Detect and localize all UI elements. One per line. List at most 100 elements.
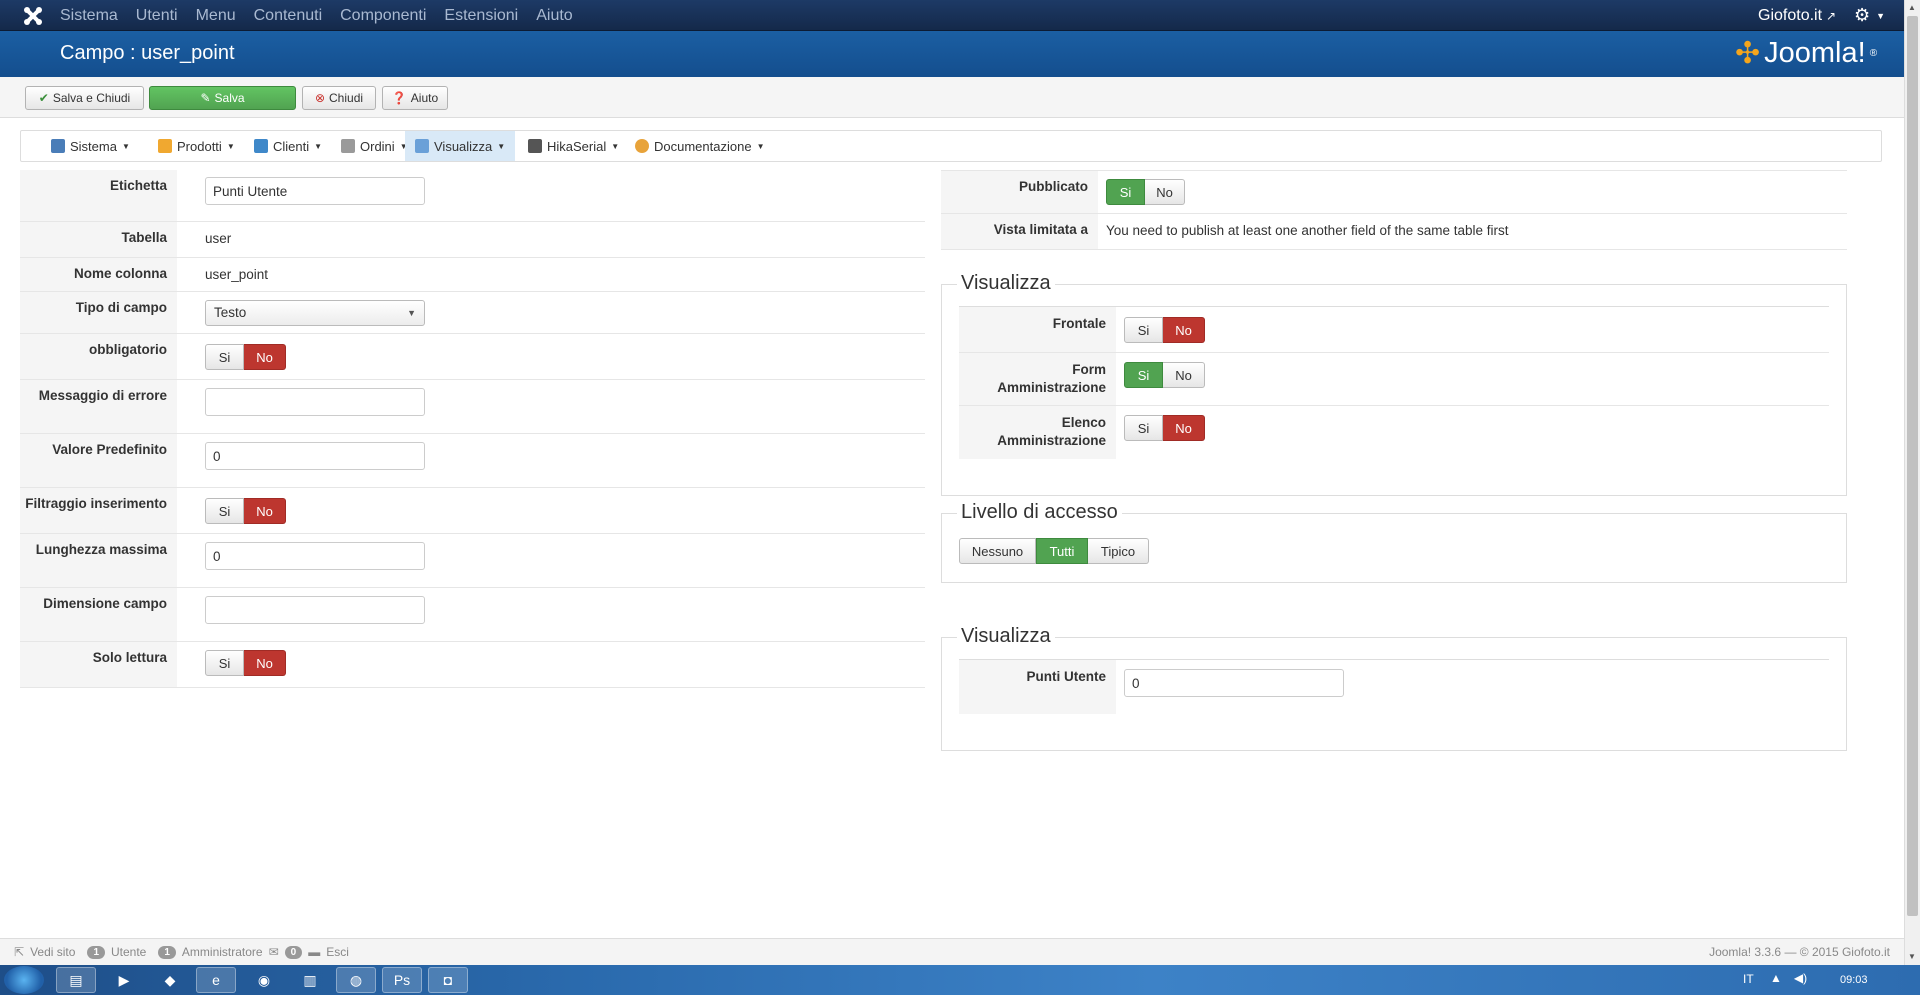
form-amministrazione-yes-button[interactable]: Si [1124,362,1163,388]
network-icon[interactable]: ◉ [244,967,284,993]
start-button[interactable] [4,966,44,994]
scroll-up-icon[interactable]: ▲ [1908,3,1916,12]
title-bar: Campo : user_point ✣ Joomla! ® [0,31,1904,77]
form-amministrazione-no-button[interactable]: No [1163,362,1205,388]
scroll-down-icon[interactable]: ▼ [1908,952,1916,961]
tools-icon [51,139,65,153]
elenco-amministrazione-yes-button[interactable]: Si [1124,415,1163,441]
save-button[interactable]: ✎ Salva [149,86,296,110]
joomla-logo-text: Joomla! [1764,36,1866,69]
joomla-logo-icon: ✣ [1735,36,1761,70]
punti-utente-input[interactable] [1124,669,1344,697]
solo-lettura-no-button[interactable]: No [244,650,286,676]
top-menu-contenuti[interactable]: Contenuti [254,7,323,25]
pubblicato-no-button[interactable]: No [1145,179,1185,205]
label-messaggio-errore: Messaggio di errore [20,380,177,433]
valore-predefinito-input[interactable] [205,442,425,470]
serial-icon [528,139,542,153]
etichetta-input[interactable] [205,177,425,205]
submenu-visualizza[interactable]: Visualizza ▼ [405,131,516,161]
save-close-label: Salva e Chiudi [52,91,131,105]
site-link[interactable]: Giofoto.it ↗ [1758,7,1836,25]
row-vista-limitata: Vista limitata a You need to publish at … [941,214,1847,250]
obbligatorio-yes-button[interactable]: Si [205,344,244,370]
help-button[interactable]: ❓ Aiuto [382,86,448,110]
obbligatorio-no-button[interactable]: No [244,344,286,370]
clock[interactable]: 09:03 [1840,974,1868,986]
label-frontale: Frontale [959,307,1116,352]
view-site-icon: ⇱ [14,945,25,959]
scrollbar-thumb[interactable] [1907,16,1918,916]
app-icon[interactable]: ◆ [150,967,190,993]
top-menu-estensioni[interactable]: Estensioni [444,7,518,25]
top-menu-utenti[interactable]: Utenti [136,7,178,25]
frontale-yes-button[interactable]: Si [1124,317,1163,343]
message-count-badge[interactable]: 0 [284,945,303,959]
submenu-hikaserial[interactable]: HikaSerial ▼ [518,131,629,161]
submenu-prodotti[interactable]: Prodotti ▼ [148,131,245,161]
top-menu-aiuto[interactable]: Aiuto [536,7,572,25]
page-scrollbar[interactable]: ▲ ▼ [1904,0,1920,965]
chrome-icon[interactable]: ◍ [336,967,376,993]
caret-icon: ▼ [497,141,506,151]
explorer-icon[interactable]: ▤ [56,967,96,993]
files-icon[interactable]: ▥ [290,967,330,993]
row-tipo-campo: Tipo di campo Testo ▼ [20,292,925,334]
internet-explorer-icon[interactable]: e [196,967,236,993]
language-indicator[interactable]: IT [1743,972,1754,986]
accesso-tipico-button[interactable]: Tipico [1088,538,1149,564]
legend-visualizza-valore: Visualizza [957,625,1055,648]
submenu-sistema[interactable]: Sistema ▼ [41,131,140,161]
label-form-amministrazione: Form Amministrazione [959,353,1116,405]
camera-icon[interactable]: ◘ [428,967,468,993]
accesso-nessuno-button[interactable]: Nessuno [959,538,1036,564]
logout-icon: ▬ [308,945,321,959]
user-settings-menu[interactable]: ⚙ ▼ [1854,5,1885,26]
save-label: Salva [214,91,245,105]
solo-lettura-toggle: Si No [205,650,286,676]
label-pubblicato: Pubblicato [941,171,1098,213]
close-button[interactable]: ⊗ Chiudi [302,86,376,110]
pubblicato-yes-button[interactable]: Si [1106,179,1145,205]
filtraggio-yes-button[interactable]: Si [205,498,244,524]
version-info: Joomla! 3.3.6 — © 2015 Giofoto.it [1709,945,1890,959]
top-menu-sistema[interactable]: Sistema [60,7,118,25]
legend-livello-accesso: Livello di accesso [957,501,1122,524]
row-messaggio-errore: Messaggio di errore [20,380,925,434]
tray-expand-icon[interactable]: ▲ [1770,971,1782,985]
frontale-toggle: Si No [1124,317,1205,343]
logout-link[interactable]: Esci [326,945,349,959]
row-lunghezza-massima: Lunghezza massima [20,534,925,588]
check-icon: ✔ [38,91,49,105]
solo-lettura-yes-button[interactable]: Si [205,650,244,676]
obbligatorio-toggle: Si No [205,344,286,370]
row-obbligatorio: obbligatorio Si No [20,334,925,380]
row-dimensione-campo: Dimensione campo [20,588,925,642]
row-pubblicato: Pubblicato Si No [941,170,1847,214]
elenco-amministrazione-no-button[interactable]: No [1163,415,1205,441]
top-menu-componenti[interactable]: Componenti [340,7,426,25]
frontale-no-button[interactable]: No [1163,317,1205,343]
tipo-campo-select[interactable]: Testo ▼ [205,300,425,326]
media-player-icon[interactable]: ▶ [104,967,144,993]
joomla-x-icon[interactable] [22,5,44,27]
photoshop-icon[interactable]: Ps [382,967,422,993]
accesso-tutti-button[interactable]: Tutti [1036,538,1088,564]
row-punti-utente: Punti Utente [959,660,1829,714]
top-menu-menu[interactable]: Menu [196,7,236,25]
messaggio-errore-input[interactable] [205,388,425,416]
admin-label[interactable]: Amministratore [182,945,263,959]
filtraggio-no-button[interactable]: No [244,498,286,524]
submenu-clienti[interactable]: Clienti ▼ [244,131,332,161]
volume-icon[interactable]: ◀) [1794,971,1807,985]
submenu-documentazione[interactable]: Documentazione ▼ [625,131,774,161]
tipo-campo-selected: Testo [214,305,247,320]
user-label[interactable]: Utente [111,945,146,959]
view-site-link[interactable]: Vedi sito [30,945,75,959]
help-label: Aiuto [410,91,439,105]
system-tray: ▲ ◀) [1770,971,1807,985]
caret-icon: ▼ [611,141,620,151]
save-close-button[interactable]: ✔ Salva e Chiudi [25,86,144,110]
dimensione-campo-input[interactable] [205,596,425,624]
lunghezza-massima-input[interactable] [205,542,425,570]
